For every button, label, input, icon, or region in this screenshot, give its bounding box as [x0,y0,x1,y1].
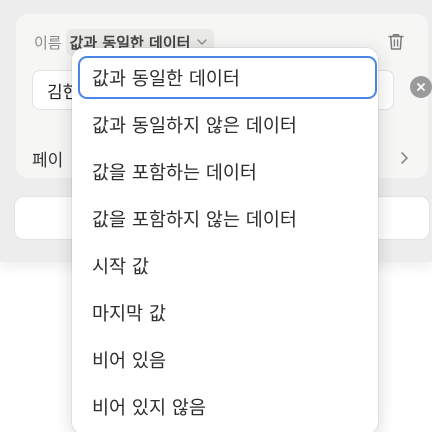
screen: 이름 값과 동일한 데이터 김현 페이 값과 동일한 데이터 값과 동일하지 않… [0,0,432,432]
menu-item-contains[interactable]: 값을 포함하는 데이터 [72,148,378,195]
menu-item-not-equals[interactable]: 값과 동일하지 않은 데이터 [72,101,378,148]
menu-item-label: 비어 있지 않음 [92,397,206,419]
menu-item-label: 값과 동일하지 않은 데이터 [92,115,297,137]
menu-item-equals[interactable]: 값과 동일한 데이터 [72,54,378,101]
clear-icon[interactable] [410,76,432,98]
menu-item-label: 값과 동일한 데이터 [92,68,240,90]
menu-item-label: 비어 있음 [92,350,166,372]
chevron-right-icon [401,152,408,164]
chevron-down-icon [197,39,208,45]
menu-item-label: 값을 포함하지 않는 데이터 [92,209,297,231]
menu-item-not-contains[interactable]: 값을 포함하지 않는 데이터 [72,195,378,242]
property-label: 이름 [34,33,62,52]
menu-item-label: 마지막 값 [92,303,166,325]
page-row-label: 페이 [32,150,64,171]
trash-icon[interactable] [384,30,408,54]
menu-item-label: 시작 값 [92,256,149,278]
menu-item-label: 값을 포함하는 데이터 [92,162,257,184]
condition-dropdown-menu: 값과 동일한 데이터 값과 동일하지 않은 데이터 값을 포함하는 데이터 값을… [72,48,378,432]
menu-item-starts-with[interactable]: 시작 값 [72,242,378,289]
close-icon [417,83,425,91]
menu-item-is-empty[interactable]: 비어 있음 [72,336,378,383]
menu-item-ends-with[interactable]: 마지막 값 [72,289,378,336]
menu-item-is-not-empty[interactable]: 비어 있지 않음 [72,383,378,430]
